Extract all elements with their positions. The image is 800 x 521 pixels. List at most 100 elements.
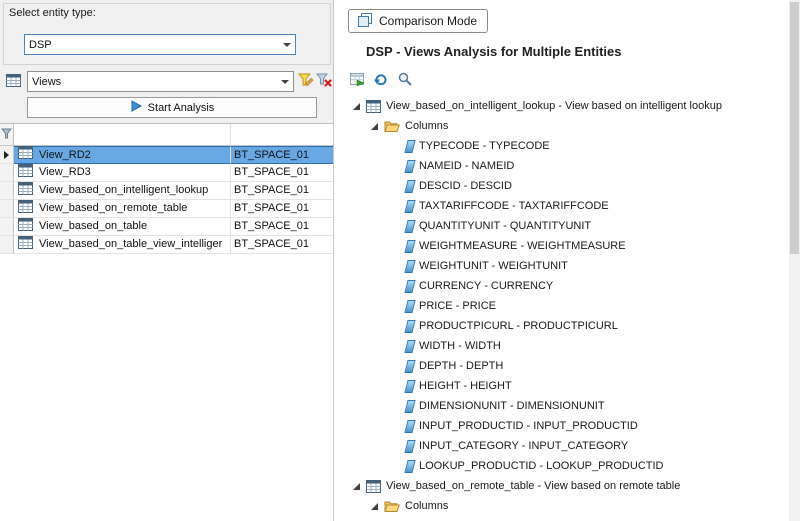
start-analysis-button[interactable]: Start Analysis: [27, 97, 317, 118]
space-cell[interactable]: BT_SPACE_01: [231, 218, 333, 236]
column-icon: [404, 440, 415, 453]
tree-column-label: DEPTH - DEPTH: [419, 360, 503, 372]
group-label: Select entity type:: [9, 7, 96, 19]
column-icon: [404, 400, 415, 413]
expander-icon[interactable]: [352, 102, 361, 111]
view-name-cell[interactable]: View_based_on_intelligent_lookup: [36, 182, 231, 200]
tree-column-row[interactable]: PRICE - PRICE: [340, 296, 789, 316]
view-name-cell[interactable]: View_based_on_table: [36, 218, 231, 236]
tree-column-label: INPUT_PRODUCTID - INPUT_PRODUCTID: [419, 420, 638, 432]
tree-column-row[interactable]: WEIGHTMEASURE - WEIGHTMEASURE: [340, 236, 789, 256]
tree-entity-row[interactable]: View_based_on_remote_table - View based …: [340, 476, 789, 496]
tree-folder-label: Columns: [405, 120, 448, 132]
comparison-mode-button[interactable]: Comparison Mode: [348, 9, 488, 33]
app-window: Select entity type: DSP Views Start Anal…: [0, 0, 800, 521]
space-cell[interactable]: BT_SPACE_01: [231, 146, 333, 164]
tree-column-row[interactable]: LOOKUP_PRODUCTID - LOOKUP_PRODUCTID: [340, 456, 789, 476]
view-name-cell[interactable]: View_RD2: [36, 146, 231, 164]
start-analysis-label: Start Analysis: [148, 102, 215, 114]
tree-columns-folder-row[interactable]: Columns: [340, 116, 789, 136]
tree-column-row[interactable]: HEIGHT - HEIGHT: [340, 376, 789, 396]
entity-type-groupbox: Select entity type: DSP: [3, 3, 331, 65]
tree-column-row[interactable]: PRODUCTPICURL - PRODUCTPICURL: [340, 316, 789, 336]
column-icon: [404, 260, 415, 273]
tree-folder-label: Columns: [405, 500, 448, 512]
table-row[interactable]: View_based_on_remote_table BT_SPACE_01: [0, 200, 333, 218]
column-icon: [404, 420, 415, 433]
tree-column-row[interactable]: NAMEID - NAMEID: [340, 156, 789, 176]
scrollbar-thumb[interactable]: [790, 2, 799, 254]
vertical-scrollbar[interactable]: [789, 0, 800, 521]
tree-column-row[interactable]: INPUT_PRODUCTID - INPUT_PRODUCTID: [340, 416, 789, 436]
row-indicator: [0, 218, 14, 236]
tree-column-label: WEIGHTMEASURE - WEIGHTMEASURE: [419, 240, 626, 252]
tree-entity-group: View_based_on_remote_table - View based …: [340, 476, 789, 516]
entity-kind-combobox[interactable]: Views: [27, 71, 294, 92]
table-icon: [18, 182, 33, 200]
table-row[interactable]: View_RD3 BT_SPACE_01: [0, 164, 333, 182]
grid-filter-row[interactable]: [0, 124, 333, 146]
tree-entity-label: View_based_on_remote_table - View based …: [386, 480, 680, 492]
filter-edit-button[interactable]: [297, 71, 315, 92]
table-row[interactable]: View_based_on_table BT_SPACE_01: [0, 218, 333, 236]
tree-column-row[interactable]: INPUT_CATEGORY - INPUT_CATEGORY: [340, 436, 789, 456]
filter-icon-cell[interactable]: [14, 124, 36, 146]
column-icon: [404, 460, 415, 473]
column-icon: [404, 240, 415, 253]
expander-icon[interactable]: [352, 482, 361, 491]
table-row[interactable]: View_based_on_intelligent_lookup BT_SPAC…: [0, 182, 333, 200]
space-cell[interactable]: BT_SPACE_01: [231, 182, 333, 200]
table-icon: [366, 100, 381, 113]
tree-columns-list: TYPECODE - TYPECODE NAMEID - NAMEID DESC…: [340, 136, 789, 476]
row-indicator: [0, 236, 14, 254]
column-icon: [404, 140, 415, 153]
table-icon: [6, 74, 21, 92]
table-icon: [18, 200, 33, 218]
tree-column-row[interactable]: TYPECODE - TYPECODE: [340, 136, 789, 156]
filter-name-cell[interactable]: [36, 124, 231, 146]
expander-icon[interactable]: [370, 502, 379, 511]
chevron-down-icon[interactable]: [278, 35, 295, 54]
column-icon: [404, 360, 415, 373]
tree-entity-group: View_based_on_intelligent_lookup - View …: [340, 96, 789, 476]
tree-column-label: NAMEID - NAMEID: [419, 160, 514, 172]
tree-column-row[interactable]: WIDTH - WIDTH: [340, 336, 789, 356]
tree-column-row[interactable]: TAXTARIFFCODE - TAXTARIFFCODE: [340, 196, 789, 216]
filter-clear-button[interactable]: [315, 71, 333, 92]
tree-entity-row[interactable]: View_based_on_intelligent_lookup - View …: [340, 96, 789, 116]
tree-columns-folder-row[interactable]: Columns: [340, 496, 789, 516]
tree-entity-label: View_based_on_intelligent_lookup - View …: [386, 100, 722, 112]
view-name-cell[interactable]: View_RD3: [36, 164, 231, 182]
entity-selection-panel: Select entity type: DSP Views Start Anal…: [0, 0, 334, 521]
analysis-panel: Comparison Mode DSP - Views Analysis for…: [340, 0, 789, 521]
tree-column-row[interactable]: DESCID - DESCID: [340, 176, 789, 196]
tree-column-row[interactable]: DIMENSIONUNIT - DIMENSIONUNIT: [340, 396, 789, 416]
entity-type-combobox[interactable]: DSP: [24, 34, 296, 55]
chevron-down-icon[interactable]: [276, 72, 293, 91]
tree-column-row[interactable]: QUANTITYUNIT - QUANTITYUNIT: [340, 216, 789, 236]
comparison-icon: [357, 12, 373, 31]
tree-column-label: WEIGHTUNIT - WEIGHTUNIT: [419, 260, 568, 272]
tree-column-row[interactable]: WEIGHTUNIT - WEIGHTUNIT: [340, 256, 789, 276]
entity-grid-body: View_RD2 BT_SPACE_01 View_RD3 BT_SPACE_0…: [0, 146, 333, 254]
export-icon[interactable]: [348, 70, 366, 88]
table-icon: [366, 480, 381, 493]
row-indicator: [0, 182, 14, 200]
view-name-cell[interactable]: View_based_on_table_view_intelliger: [36, 236, 231, 254]
view-icon-cell: [14, 236, 36, 254]
tree-column-row[interactable]: DEPTH - DEPTH: [340, 356, 789, 376]
space-cell[interactable]: BT_SPACE_01: [231, 236, 333, 254]
view-icon-cell: [14, 146, 36, 164]
zoom-icon[interactable]: [396, 70, 414, 88]
space-cell[interactable]: BT_SPACE_01: [231, 164, 333, 182]
page-title: DSP - Views Analysis for Multiple Entiti…: [366, 44, 622, 59]
folder-icon: [384, 120, 400, 133]
space-cell[interactable]: BT_SPACE_01: [231, 200, 333, 218]
filter-space-cell[interactable]: [231, 124, 333, 146]
view-name-cell[interactable]: View_based_on_remote_table: [36, 200, 231, 218]
tree-column-row[interactable]: CURRENCY - CURRENCY: [340, 276, 789, 296]
refresh-icon[interactable]: [372, 70, 390, 88]
expander-icon[interactable]: [370, 122, 379, 131]
table-row[interactable]: View_based_on_table_view_intelliger BT_S…: [0, 236, 333, 254]
table-row[interactable]: View_RD2 BT_SPACE_01: [0, 146, 333, 164]
